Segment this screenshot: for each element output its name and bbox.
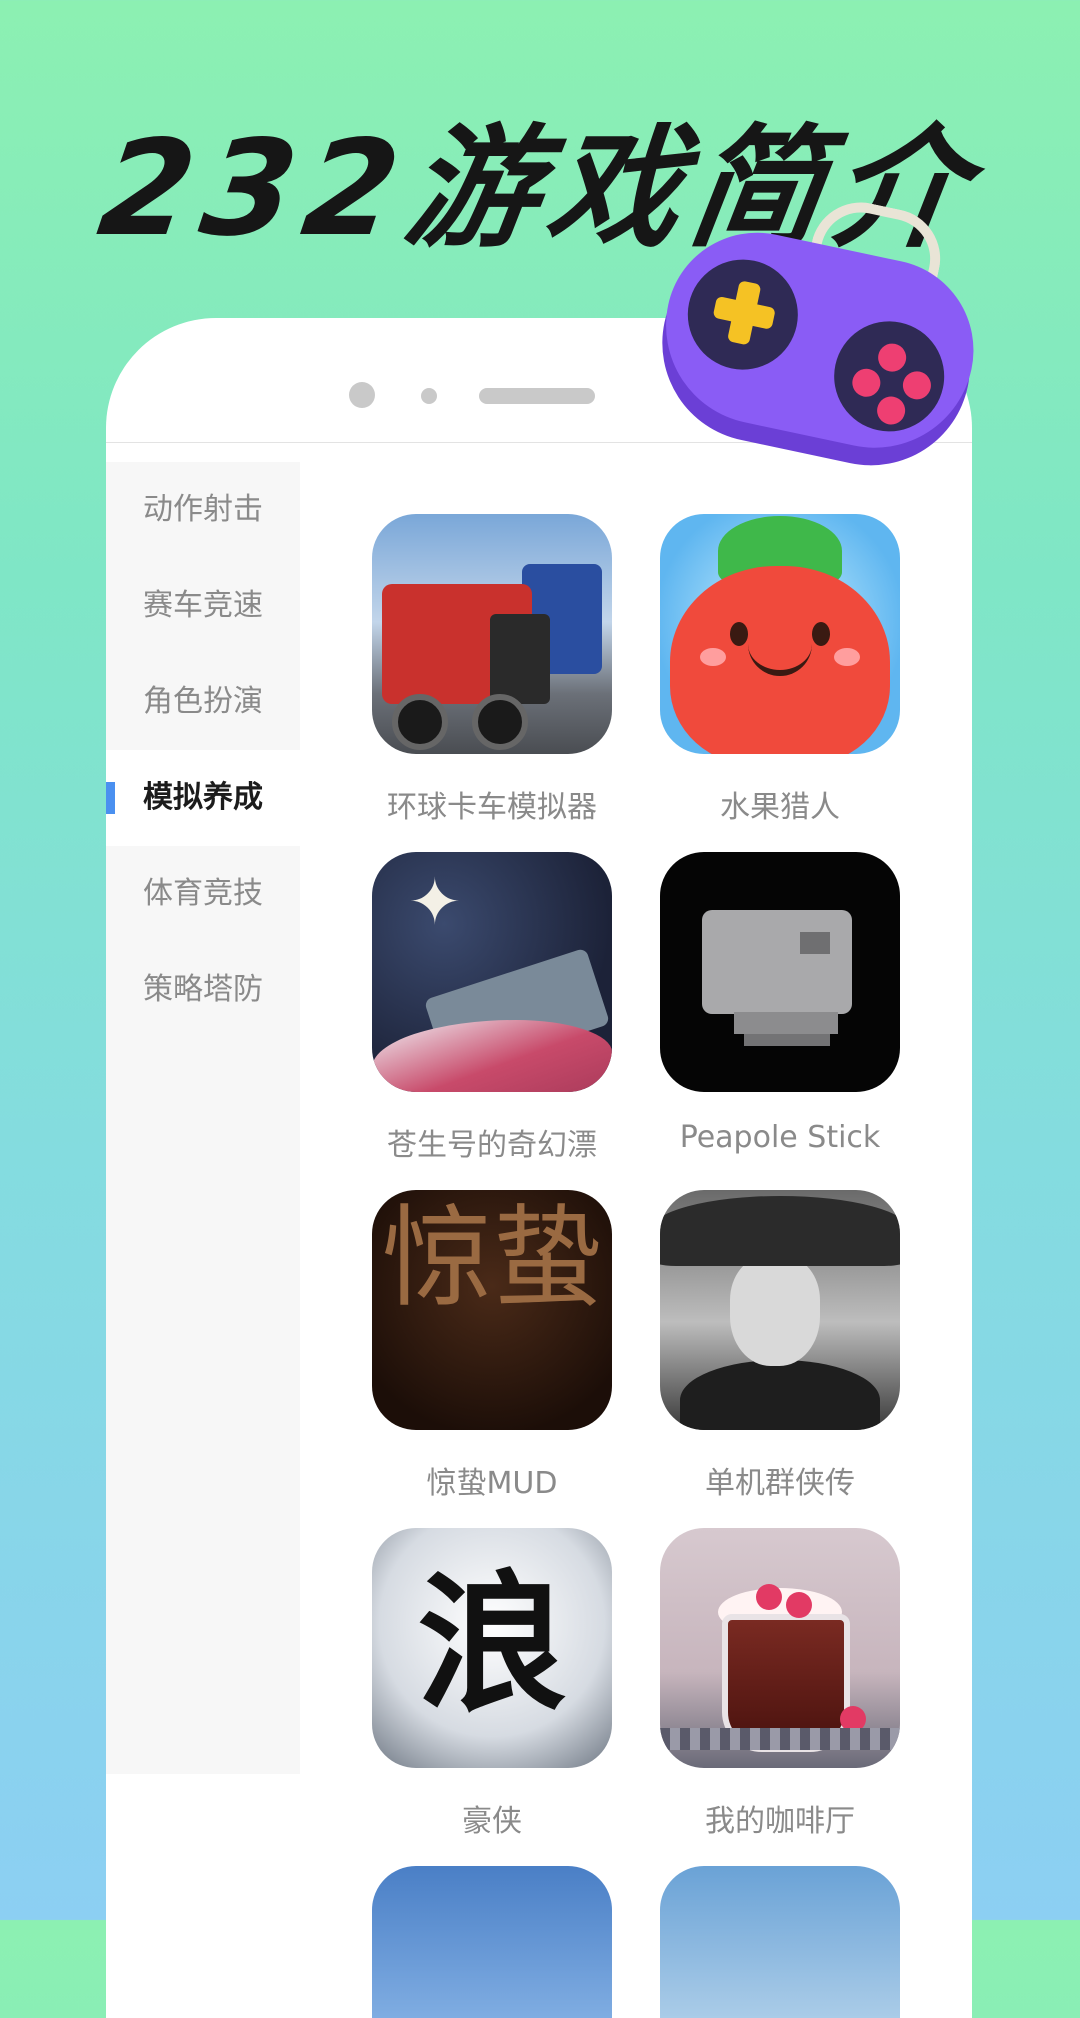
fantasy-ship-icon: ✦ bbox=[372, 852, 612, 1092]
coffee-cup-icon bbox=[660, 1528, 900, 1768]
pixel-block-icon bbox=[660, 852, 900, 1092]
category-sidebar: 动作射击 赛车竞速 角色扮演 模拟养成 体育竞技 策略塔防 bbox=[106, 462, 300, 1774]
sidebar-item-sports[interactable]: 体育竞技 bbox=[106, 846, 300, 942]
game-tile[interactable]: 惊蛰 惊蛰MUD bbox=[372, 1190, 612, 1502]
game-name: 惊蛰MUD bbox=[426, 1466, 558, 1501]
game-tile[interactable] bbox=[660, 1866, 900, 2018]
game-thumbnail-icon bbox=[660, 1866, 900, 2018]
camera-icon bbox=[349, 382, 375, 408]
sidebar-item-racing[interactable]: 赛车竞速 bbox=[106, 558, 300, 654]
sidebar-item-role-playing[interactable]: 角色扮演 bbox=[106, 654, 300, 750]
sensor-icon bbox=[421, 388, 437, 404]
game-tile[interactable] bbox=[372, 1866, 612, 2018]
game-tile[interactable]: 水果猎人 bbox=[660, 514, 900, 826]
game-name: 单机群侠传 bbox=[705, 1466, 855, 1501]
game-name: 水果猎人 bbox=[720, 790, 840, 825]
calligraphy-icon: 浪 bbox=[372, 1528, 612, 1768]
sidebar-item-simulation[interactable]: 模拟养成 bbox=[106, 750, 300, 846]
game-tile[interactable]: 单机群侠传 bbox=[660, 1190, 900, 1502]
game-name: 环球卡车模拟器 bbox=[387, 790, 597, 825]
game-name: 苍生号的奇幻漂 bbox=[387, 1128, 597, 1163]
game-tile[interactable]: 环球卡车模拟器 bbox=[372, 514, 612, 826]
game-tile[interactable]: 浪 豪侠 bbox=[372, 1528, 612, 1840]
phone-mockup: 动作射击 赛车竞速 角色扮演 模拟养成 体育竞技 策略塔防 环球卡车模拟器 水果… bbox=[106, 318, 972, 2018]
fruit-character-icon bbox=[660, 514, 900, 754]
game-name: Peapole Stick bbox=[679, 1120, 881, 1155]
game-tile[interactable]: ✦ 苍生号的奇幻漂 bbox=[372, 852, 612, 1164]
sidebar-item-action-shooting[interactable]: 动作射击 bbox=[106, 462, 300, 558]
game-name: 豪侠 bbox=[462, 1804, 522, 1839]
speaker-grille bbox=[479, 388, 595, 404]
game-name: 我的咖啡厅 bbox=[705, 1804, 855, 1839]
icon-art-text: 惊蛰 bbox=[382, 1194, 602, 1322]
calligraphy-icon: 惊蛰 bbox=[372, 1190, 612, 1430]
game-controller-icon bbox=[647, 193, 991, 476]
sidebar-item-strategy[interactable]: 策略塔防 bbox=[106, 942, 300, 1038]
game-thumbnail-icon bbox=[372, 1866, 612, 2018]
icon-art-text: 浪 bbox=[416, 1556, 567, 1732]
game-tile[interactable]: Peapole Stick bbox=[660, 852, 900, 1155]
truck-icon bbox=[372, 514, 612, 754]
swordsman-icon bbox=[660, 1190, 900, 1430]
game-tile[interactable]: 我的咖啡厅 bbox=[660, 1528, 900, 1840]
